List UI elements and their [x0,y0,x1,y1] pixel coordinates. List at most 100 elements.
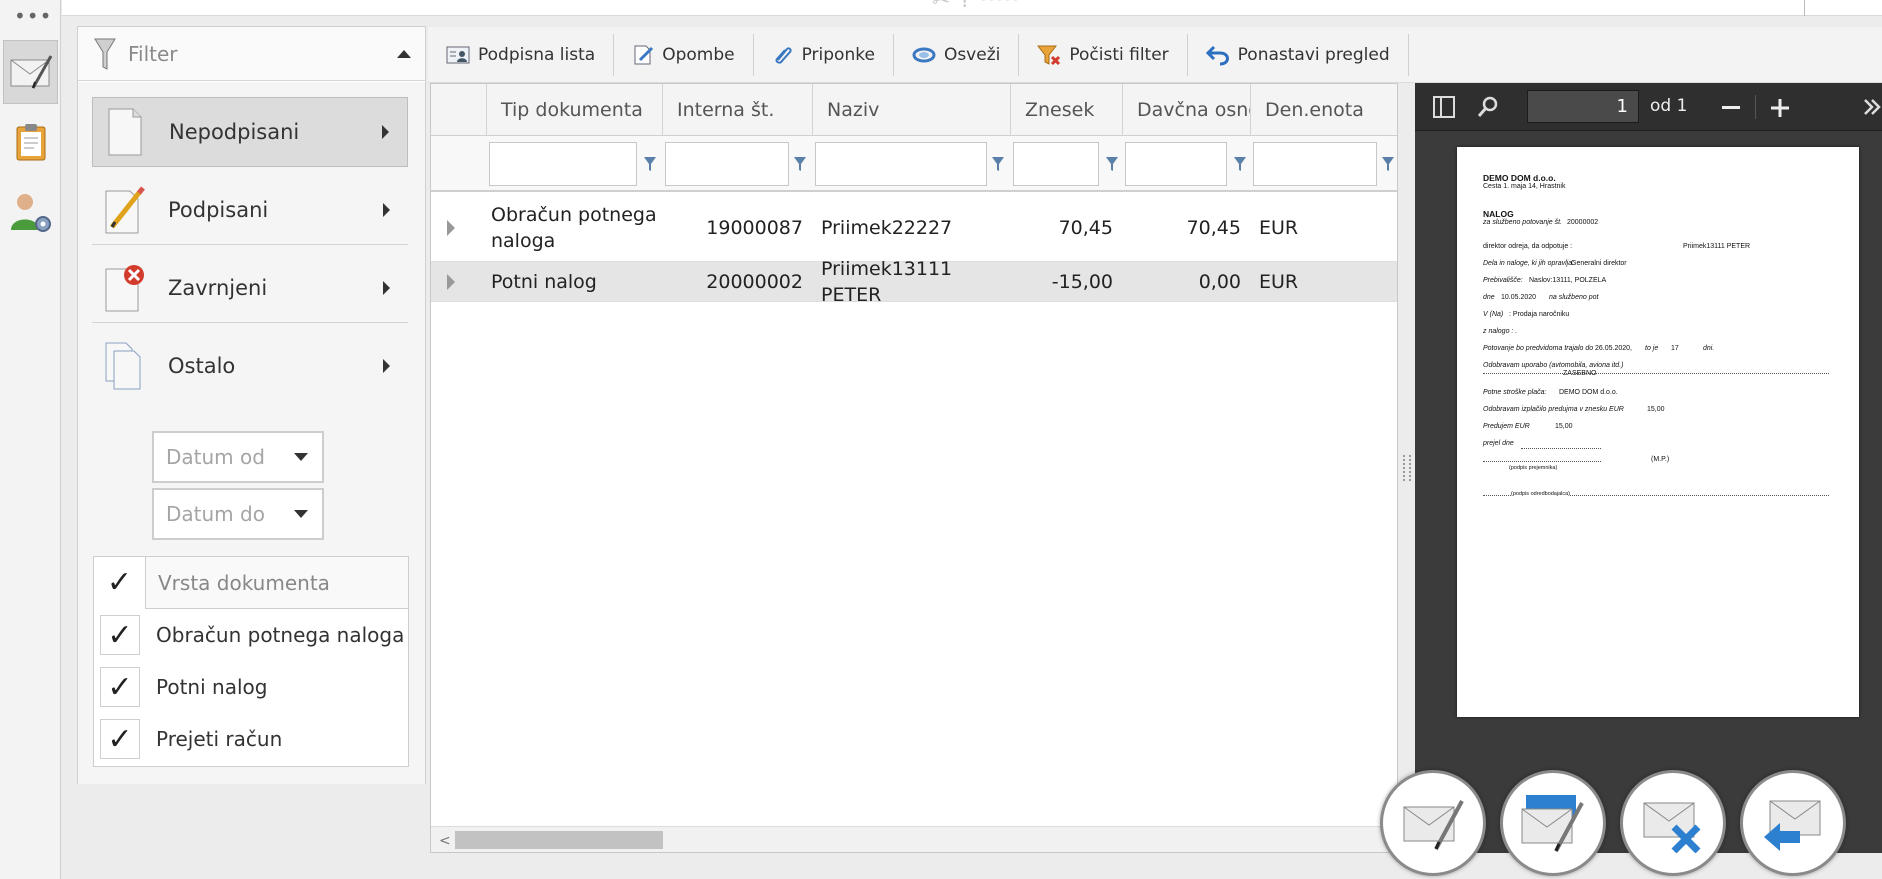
filter-header[interactable]: Filter [78,27,425,81]
collapse-caret-icon[interactable] [397,49,411,58]
category-nepodpisani[interactable]: Nepodpisani [92,97,408,167]
scroll-left-icon[interactable]: < [439,833,451,849]
doc-heading: NALOG [1483,209,1514,219]
column-filter-icon[interactable] [1105,156,1119,172]
page-number-input[interactable]: 1 [1527,90,1639,123]
filter-input-enota[interactable] [1253,142,1377,186]
expand-row-icon[interactable] [447,220,455,236]
sign-button[interactable] [1380,770,1486,876]
doc-line-label: Potovanje bo predvidoma trajalo do [1483,345,1594,352]
rail-clipboard-button[interactable] [3,110,58,174]
category-label: Ostalo [168,354,236,378]
scrollbar-thumb[interactable] [455,831,663,849]
return-button[interactable] [1740,770,1846,876]
category-label: Podpisani [168,197,269,222]
filter-input-tip[interactable] [489,142,637,186]
chevron-right-icon [383,359,390,373]
document-type-item[interactable]: ✓ Potni nalog [94,661,408,713]
zoom-in-icon[interactable] [1771,99,1789,117]
filter-input-interna[interactable] [665,142,789,186]
sign-all-button[interactable] [1500,770,1606,876]
column-filter-icon[interactable] [793,156,807,172]
doc-line-label: Predujem EUR [1483,423,1530,430]
document-type-item[interactable]: ✓ Obračun potnega naloga [94,609,408,661]
column-header-znesek[interactable]: Znesek [1011,84,1123,136]
dropdown-arrow-icon [294,453,308,461]
doc-line-value: DEMO DOM d.o.o. [1559,389,1618,396]
document-type-item[interactable]: ✓ Prejeti račun [94,713,408,765]
doc-line-value: Naslov:13111, POLZELA [1529,277,1607,284]
clear-filter-label: Počisti filter [1069,44,1169,65]
column-filter-icon[interactable] [991,156,1005,172]
document-type-checkbox[interactable]: ✓ [100,667,140,707]
column-filter-icon[interactable] [643,156,657,172]
grid-header: Tip dokumenta Interna št. Naziv Znesek D… [431,84,1397,136]
column-header-naziv[interactable]: Naziv [813,84,1011,136]
undo-arrow-icon [1205,44,1230,66]
doc-line-value: dni. [1703,345,1715,352]
refresh-button[interactable]: Osveži [894,33,1020,76]
select-all-checkbox[interactable]: ✓ [94,556,146,609]
search-icon[interactable] [1477,96,1499,118]
table-row[interactable]: Obračun potnega naloga 19000087 Priimek2… [431,194,1397,262]
horizontal-scrollbar[interactable]: < [431,826,1397,852]
column-header-enota[interactable]: Den.enota [1251,84,1397,136]
clear-filter-icon [1037,44,1061,66]
cell-naziv: Priimek22227 [821,216,953,239]
doc-line-value: : Prodaja naročniku [1509,311,1570,318]
notes-button[interactable]: Opombe [614,33,754,76]
category-zavrnjeni[interactable]: Zavrnjeni [92,253,408,323]
doc-line-label: Potne stroške plača: [1483,389,1547,396]
cell-davcna: 0,00 [1198,270,1241,293]
document-type-label: Prejeti račun [156,727,283,751]
column-filter-icon[interactable] [1381,156,1395,172]
date-to-picker[interactable]: Datum do [152,488,324,540]
zoom-out-icon[interactable] [1722,106,1740,110]
more-menu-icon[interactable]: ••• [14,4,52,28]
document-type-checkbox[interactable]: ✓ [100,719,140,759]
rail-user-settings-button[interactable] [3,180,58,244]
expand-row-icon[interactable] [447,274,455,290]
clear-filter-button[interactable]: Počisti filter [1019,33,1188,76]
category-ostalo[interactable]: Ostalo [92,331,408,401]
table-row[interactable]: Potni nalog 20000002 Priimek13111 PETER … [431,258,1397,306]
category-podpisani[interactable]: Podpisani [92,175,408,245]
chevron-right-icon [383,280,390,295]
attachments-button[interactable]: Priponke [754,33,894,76]
cell-tip: Potni nalog [491,270,597,293]
reject-button[interactable] [1620,770,1726,876]
document-type-checkbox[interactable]: ✓ [100,615,140,655]
rail-signing-button[interactable] [3,40,58,104]
column-header-tip[interactable]: Tip dokumenta [487,84,663,136]
splitter-grip-icon[interactable] [1403,455,1411,481]
category-label: Nepodpisani [169,120,300,144]
document-type-header-label: Vrsta dokumenta [158,570,330,595]
reset-view-button[interactable]: Ponastavi pregled [1188,33,1409,76]
column-header-davcna[interactable]: Davčna osno [1123,84,1251,136]
sidebar-toggle-icon[interactable] [1433,96,1455,118]
filter-input-znesek[interactable] [1013,142,1099,186]
date-from-picker[interactable]: Datum od [152,431,324,483]
chevron-right-icon [382,125,389,139]
panel-splitter[interactable] [1399,83,1415,853]
filter-input-davcna[interactable] [1125,142,1227,186]
page-count-label: od 1 [1650,96,1688,116]
envelope-return-icon [1764,800,1821,851]
cell-davcna: 70,45 [1186,216,1241,239]
column-filter-icon[interactable] [1233,156,1247,172]
cell-tip: Obračun potnega naloga [491,203,657,252]
doc-line-value: Priimek13111 PETER [1683,243,1751,250]
doc-line-date: 26.05.2020, [1595,345,1632,352]
column-header-interna[interactable]: Interna št. [663,84,813,136]
signature-list-button[interactable]: Podpisna lista [428,33,615,76]
window-title: ✂ ? ····· [932,0,1021,13]
doc-line-label: V (Na) [1483,311,1504,318]
filter-input-naziv[interactable] [815,142,987,186]
chevron-right-icon [383,202,390,217]
document-type-label: Potni nalog [156,675,268,699]
more-tools-icon[interactable] [1863,98,1881,116]
funnel-icon [94,38,116,70]
pdf-toolbar-divider [1755,95,1756,119]
envelope-pen-icon [10,55,52,89]
envelope-pen-icon [1403,800,1464,850]
